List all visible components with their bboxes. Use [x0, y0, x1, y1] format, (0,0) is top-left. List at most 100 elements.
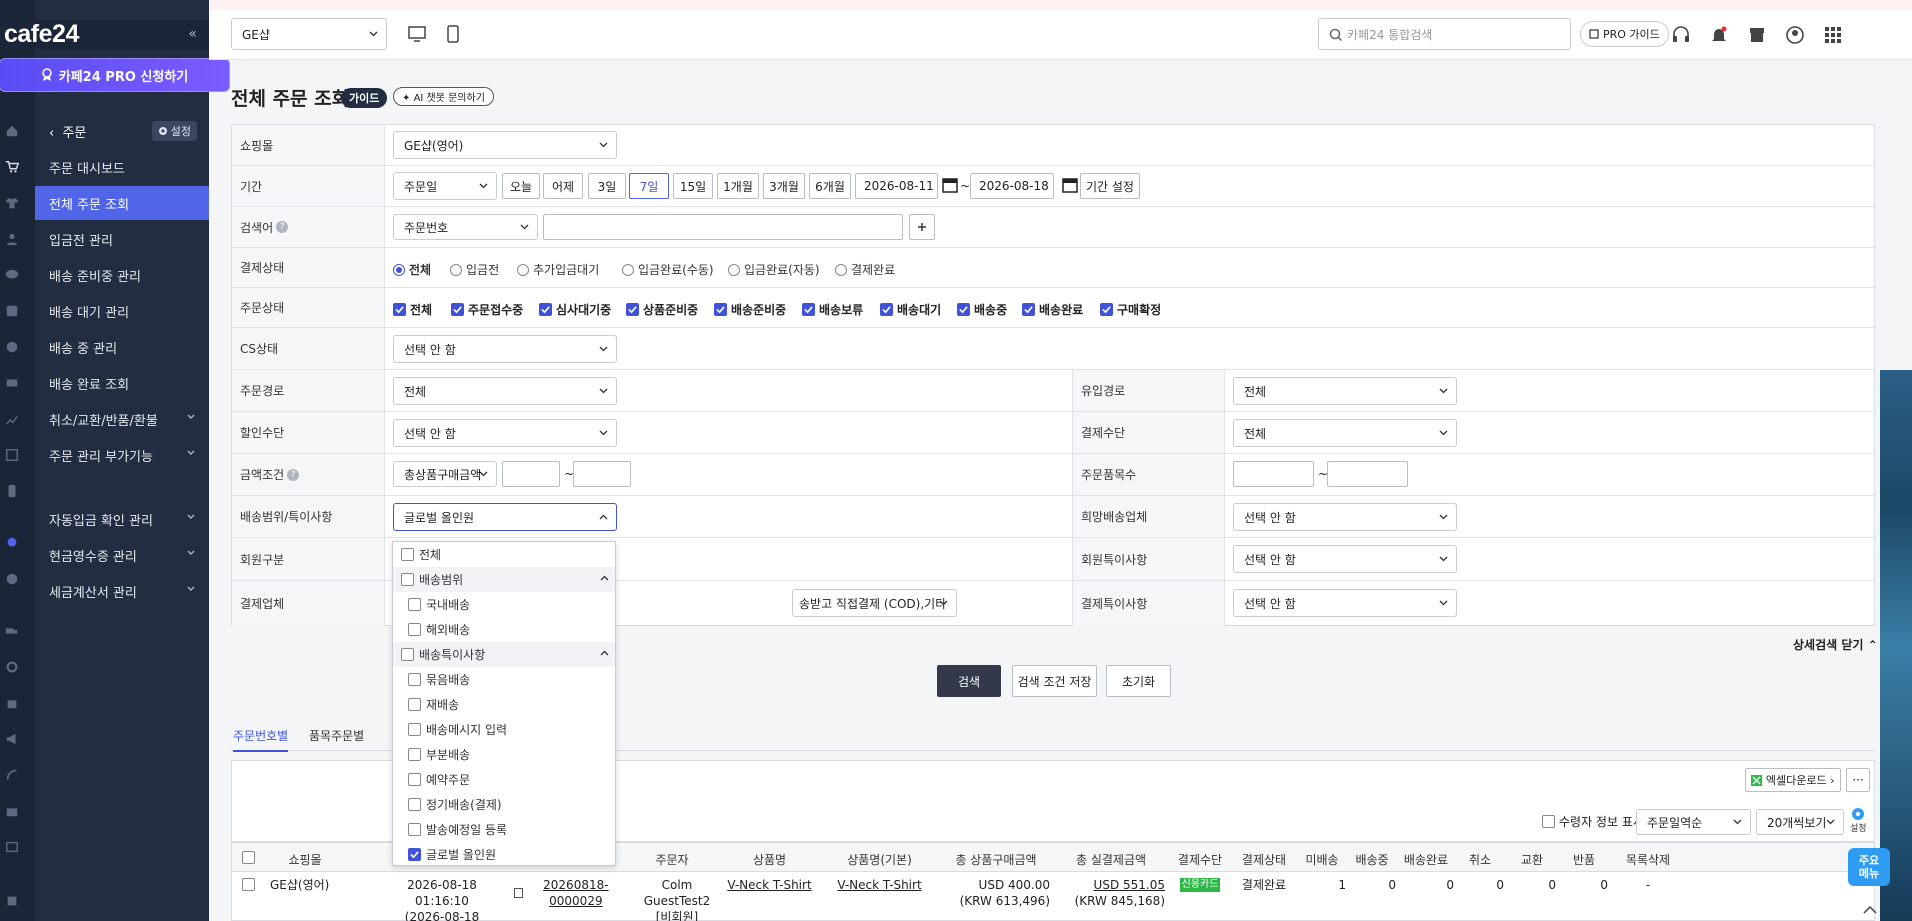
show-receiver-toggle[interactable]: 수령자 정보 표시 — [1542, 813, 1644, 830]
home-icon[interactable] — [5, 124, 19, 138]
sidebar-item-waiting[interactable]: 배송 대기 관리 — [35, 294, 209, 328]
carrier-select[interactable]: 선택 안 함 — [1233, 503, 1457, 531]
megaphone-icon[interactable] — [5, 732, 19, 746]
sidebar-settings-button[interactable]: 설정 — [151, 121, 197, 141]
bell-icon[interactable] — [1709, 25, 1729, 45]
dropdown-item-reship[interactable]: 재배송 — [393, 692, 615, 717]
excel-download-button[interactable]: 엑셀다운로드 › — [1745, 768, 1841, 792]
board-icon[interactable] — [5, 304, 19, 318]
row-product[interactable]: V-Neck T-Shirt — [722, 877, 817, 893]
inflow-route-select[interactable]: 전체 — [1233, 377, 1457, 405]
collapse-detail-search[interactable]: 상세검색 닫기 ⌃ — [1793, 636, 1878, 653]
amount-type-select[interactable]: 총상품구매금액 — [393, 461, 497, 487]
dropdown-item-all[interactable]: 전체 — [393, 542, 615, 567]
sidebar-item-preparing[interactable]: 배송 준비중 관리 — [35, 258, 209, 292]
store-icon[interactable] — [5, 804, 19, 818]
keyword-type-select[interactable]: 주문번호 — [393, 214, 538, 240]
pay-status-radio-extra[interactable]: 추가입금대기 — [517, 261, 599, 278]
order-status-check-hold[interactable]: 배송보류 — [802, 301, 863, 318]
row-checkbox[interactable] — [242, 878, 255, 891]
sidebar-item-addons[interactable]: 주문 관리 부가기능 — [35, 438, 209, 472]
collapse-sidebar-icon[interactable]: « — [188, 26, 197, 42]
calendar-icon[interactable] — [942, 177, 958, 193]
order-status-check-product-prep[interactable]: 상품준비중 — [626, 301, 698, 318]
sidebar-item-all-orders[interactable]: 전체 주문 조회 — [35, 186, 209, 220]
pro-guide-button[interactable]: PRO 가이드 — [1580, 21, 1669, 47]
amount-min-input[interactable] — [502, 461, 560, 487]
sidebar-item-dashboard[interactable]: 주문 대시보드 — [35, 150, 209, 184]
tab-by-order[interactable]: 주문번호별 — [233, 727, 289, 752]
pay-method-select[interactable]: 전체 — [1233, 419, 1457, 447]
period-set-button[interactable]: 기간 설정 — [1080, 173, 1140, 199]
bag-icon[interactable] — [5, 696, 19, 710]
period-7d-button[interactable]: 7일 — [629, 173, 669, 199]
period-yesterday-button[interactable]: 어제 — [543, 173, 583, 199]
shop-select[interactable]: GE샵 — [231, 18, 387, 50]
chart-icon[interactable] — [5, 412, 19, 426]
pay-status-radio-all[interactable]: 전체 — [393, 261, 431, 278]
sidebar-item-delivered[interactable]: 배송 완료 조회 — [35, 366, 209, 400]
google-icon[interactable] — [5, 660, 19, 674]
cs-select[interactable]: 선택 안 함 — [393, 335, 617, 363]
order-status-check-shipping[interactable]: 배송중 — [957, 301, 1007, 318]
dropdown-item-message[interactable]: 배송메시지 입력 — [393, 717, 615, 742]
shirt-icon[interactable] — [5, 196, 19, 210]
date-type-select[interactable]: 주문일 — [393, 172, 497, 200]
order-status-check-confirmed[interactable]: 구매확정 — [1100, 301, 1161, 318]
search-button[interactable]: 검색 — [937, 665, 1001, 697]
ai-chatbot-button[interactable]: ✦ AI 챗봇 문의하기 — [393, 87, 494, 106]
scroll-top-icon[interactable] — [1860, 900, 1880, 920]
sidebar-item-tax-invoice[interactable]: 세금계산서 관리 — [35, 574, 209, 608]
palette-icon[interactable] — [5, 340, 19, 354]
item-count-min-input[interactable] — [1233, 461, 1314, 487]
sidebar-item-before-deposit[interactable]: 입금전 관리 — [35, 222, 209, 256]
cart-icon[interactable] — [5, 160, 19, 174]
amount-max-input[interactable] — [573, 461, 631, 487]
more-options-button[interactable]: ··· — [1846, 768, 1870, 792]
help-icon[interactable]: ? — [276, 221, 289, 233]
mobile-icon[interactable] — [5, 484, 19, 498]
dropdown-item-global-allinone[interactable]: 글로벌 올인원 — [393, 842, 615, 865]
dropdown-item-domestic[interactable]: 국내배송 — [393, 592, 615, 617]
member-note-select[interactable]: 선택 안 함 — [1233, 545, 1457, 573]
pay-status-radio-before-deposit[interactable]: 입금전 — [450, 261, 499, 278]
item-count-max-input[interactable] — [1327, 461, 1408, 487]
reset-button[interactable]: 초기화 — [1106, 665, 1171, 697]
row-product-base[interactable]: V-Neck T-Shirt — [822, 877, 937, 893]
sidebar-item-auto-deposit[interactable]: 자동입금 확인 관리 — [35, 502, 209, 536]
main-menu-fab[interactable]: 주요 메뉴 — [1848, 848, 1890, 886]
order-status-check-all[interactable]: 전체 — [393, 301, 432, 318]
add-keyword-button[interactable] — [909, 214, 935, 240]
row-order-number[interactable]: 20260818-0000029 — [514, 877, 626, 909]
globe-icon[interactable] — [5, 572, 19, 586]
pay-status-radio-auto[interactable]: 입금완료(자동) — [728, 261, 820, 278]
period-1m-button[interactable]: 1개월 — [717, 173, 759, 199]
sort-select[interactable]: 주문일역순 — [1636, 809, 1751, 835]
headset-icon[interactable] — [1671, 25, 1691, 45]
mobile-icon[interactable] — [443, 24, 463, 44]
help-icon[interactable]: ? — [287, 468, 300, 481]
dropdown-item-bundle[interactable]: 묶음배송 — [393, 667, 615, 692]
user-icon[interactable] — [5, 232, 19, 246]
apps-grid-icon[interactable] — [1823, 25, 1843, 45]
promo-icon[interactable] — [5, 376, 19, 390]
end-date-input[interactable]: 2026-08-18 — [970, 173, 1054, 199]
order-status-check-receiving[interactable]: 주문접수중 — [451, 301, 523, 318]
guide-badge[interactable]: 가이드 — [341, 88, 388, 108]
order-status-check-waiting[interactable]: 배송대기 — [880, 301, 941, 318]
pay-icon[interactable] — [5, 768, 19, 782]
order-status-check-ship-prep[interactable]: 배송준비중 — [714, 301, 786, 318]
tab-by-item[interactable]: 품목주문별 — [309, 727, 364, 744]
dropdown-group-ship-scope[interactable]: 배송범위 — [393, 567, 615, 592]
sidebar-item-cancel-exchange[interactable]: 취소/교환/반품/환불 — [35, 402, 209, 436]
table-settings-button[interactable]: 설정 — [1850, 807, 1867, 834]
order-status-check-review[interactable]: 심사대기중 — [539, 301, 611, 318]
dropdown-item-ship-date[interactable]: 발송예정일 등록 — [393, 817, 615, 842]
table-row[interactable]: GE샵(영어) 2026-08-18 01:16:10 (2026-08-18 0… — [231, 872, 1875, 921]
period-3d-button[interactable]: 3일 — [588, 173, 626, 199]
pay-note-select[interactable]: 선택 안 함 — [1233, 589, 1457, 617]
period-today-button[interactable]: 오늘 — [502, 173, 540, 199]
account-icon[interactable] — [1785, 25, 1805, 45]
window-icon[interactable] — [5, 840, 19, 854]
period-3m-button[interactable]: 3개월 — [763, 173, 805, 199]
